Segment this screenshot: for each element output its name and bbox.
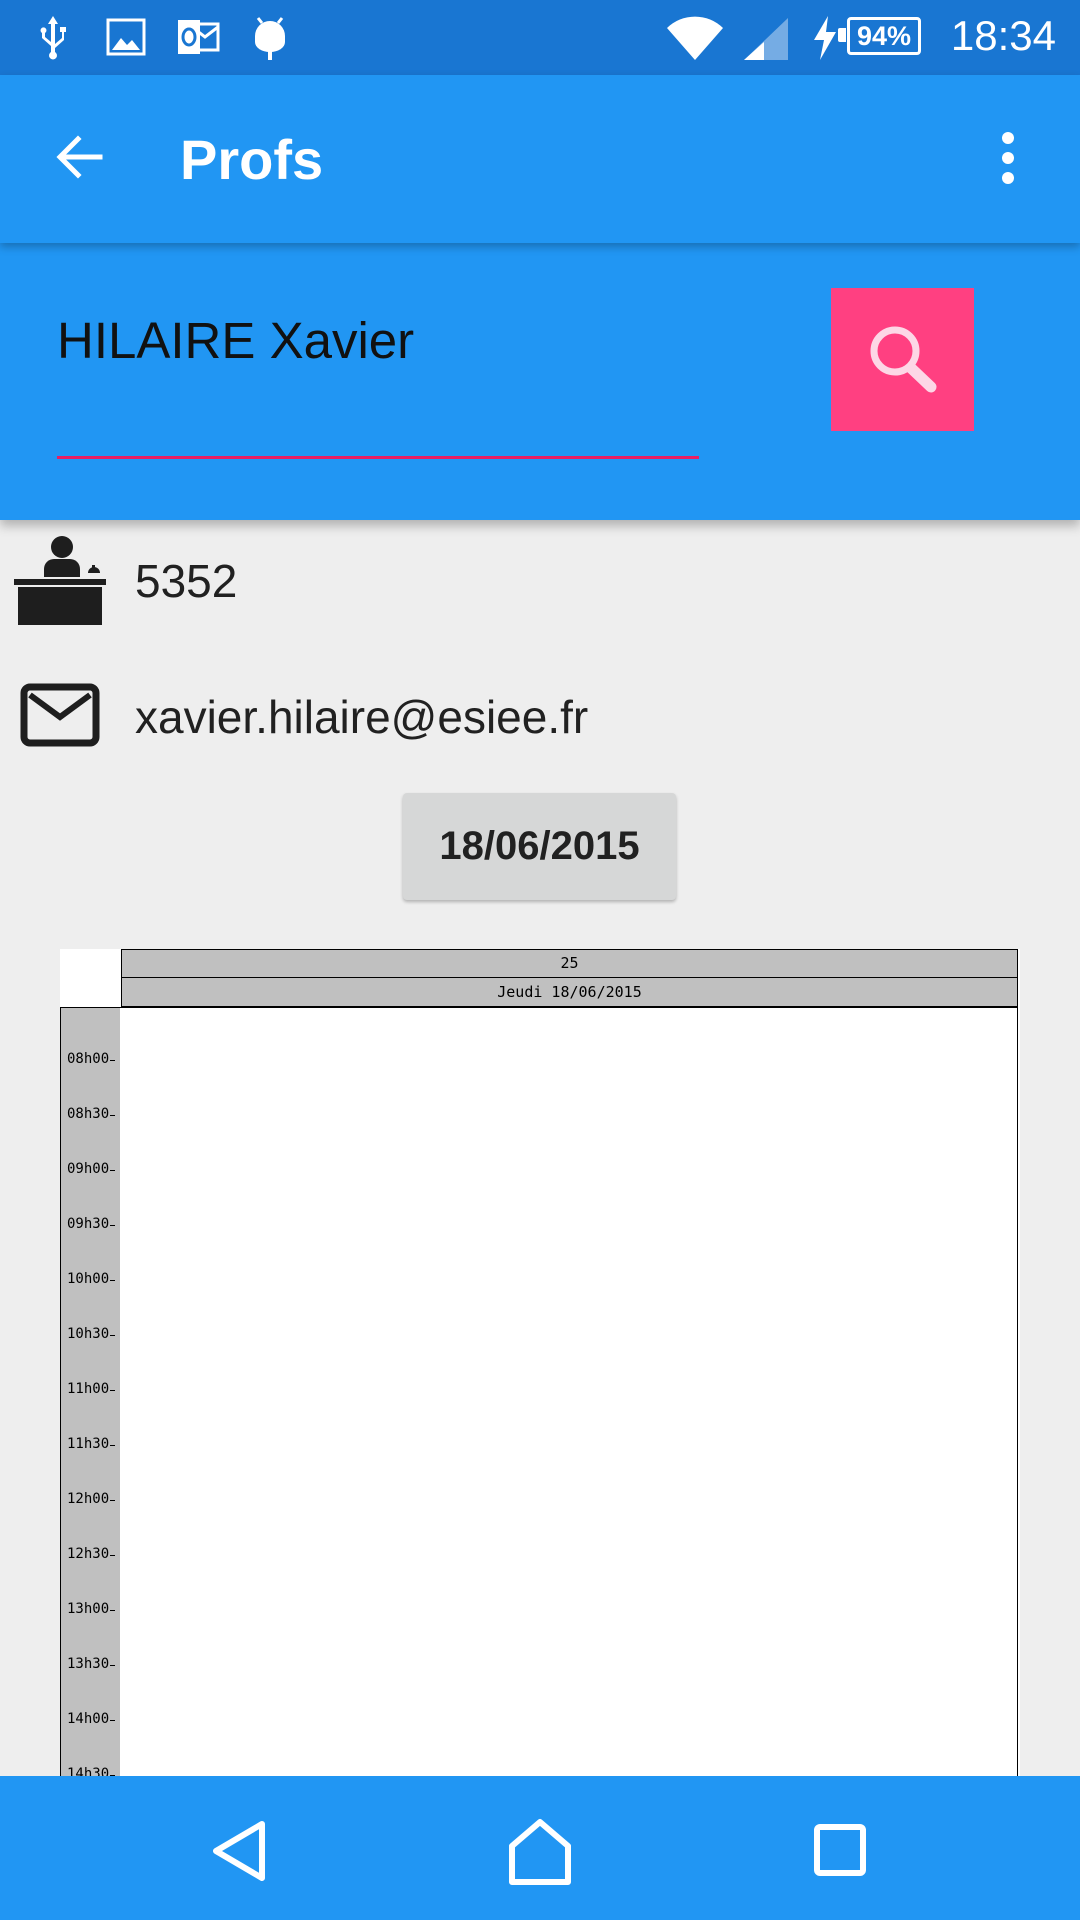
navigation-bar (0, 1776, 1080, 1920)
time-label: 08h00 (67, 1051, 116, 1067)
time-label: 14h00 (67, 1711, 116, 1727)
time-label: 09h30 (67, 1216, 116, 1232)
date-picker-button[interactable]: 18/06/2015 (403, 793, 676, 900)
time-label: 10h00 (67, 1271, 116, 1287)
time-column: 08h00 08h30 09h00 09h30 10h00 10h30 11h0… (60, 1007, 121, 1776)
status-bar: 94% 18:34 (0, 0, 1080, 75)
overflow-menu-button[interactable] (980, 119, 1036, 199)
arrow-back-icon (56, 135, 103, 179)
professor-search-input[interactable] (57, 305, 699, 375)
nav-recents-button[interactable] (800, 1816, 880, 1886)
app-bar: Profs (0, 75, 1080, 243)
image-icon (106, 18, 146, 56)
time-label: 13h30 (67, 1656, 116, 1672)
recents-icon (814, 1824, 866, 1876)
outlook-icon (178, 20, 220, 54)
search-icon (870, 326, 937, 393)
time-label: 13h00 (67, 1601, 116, 1617)
back-button[interactable] (40, 119, 130, 199)
office-number: 5352 (135, 555, 238, 607)
signal-icon (744, 18, 788, 60)
day-header: Jeudi 18/06/2015 (121, 978, 1018, 1007)
page-title: Profs (180, 128, 324, 191)
search-panel (0, 243, 1080, 520)
week-number: 25 (121, 949, 1018, 978)
mail-icon (20, 683, 100, 747)
desk-icon (14, 536, 106, 625)
time-label: 09h00 (67, 1161, 116, 1177)
android-icon (255, 17, 285, 60)
email-address: xavier.hilaire@esiee.fr (135, 691, 589, 743)
status-time: 18:34 (950, 12, 1056, 59)
time-label: 11h30 (67, 1436, 116, 1452)
schedule-corner (60, 949, 121, 1007)
day-column (120, 1007, 1018, 1776)
nav-home-button[interactable] (500, 1816, 580, 1886)
time-label: 12h30 (67, 1546, 116, 1562)
battery-tip (838, 28, 846, 42)
schedule-grid: 25 Jeudi 18/06/2015 08h00 08h30 09h00 09… (60, 949, 1020, 1776)
time-label: 11h00 (67, 1381, 116, 1397)
time-label: 08h30 (67, 1106, 116, 1122)
home-icon (509, 1819, 571, 1885)
more-vert-icon (1002, 132, 1014, 184)
battery-indicator: 94% (847, 17, 921, 55)
charging-icon (814, 16, 836, 60)
search-underline (57, 456, 699, 459)
email-row: xavier.hilaire@esiee.fr (0, 665, 1080, 765)
wifi-icon (667, 16, 723, 60)
nav-back-button[interactable] (200, 1816, 280, 1886)
time-label: 14h30 (67, 1766, 116, 1776)
search-button[interactable] (831, 288, 974, 431)
time-label: 10h30 (67, 1326, 116, 1342)
usb-icon (40, 16, 66, 60)
back-triangle-icon (213, 1821, 265, 1881)
time-label: 12h00 (67, 1491, 116, 1507)
office-row: 5352 (0, 530, 1080, 630)
